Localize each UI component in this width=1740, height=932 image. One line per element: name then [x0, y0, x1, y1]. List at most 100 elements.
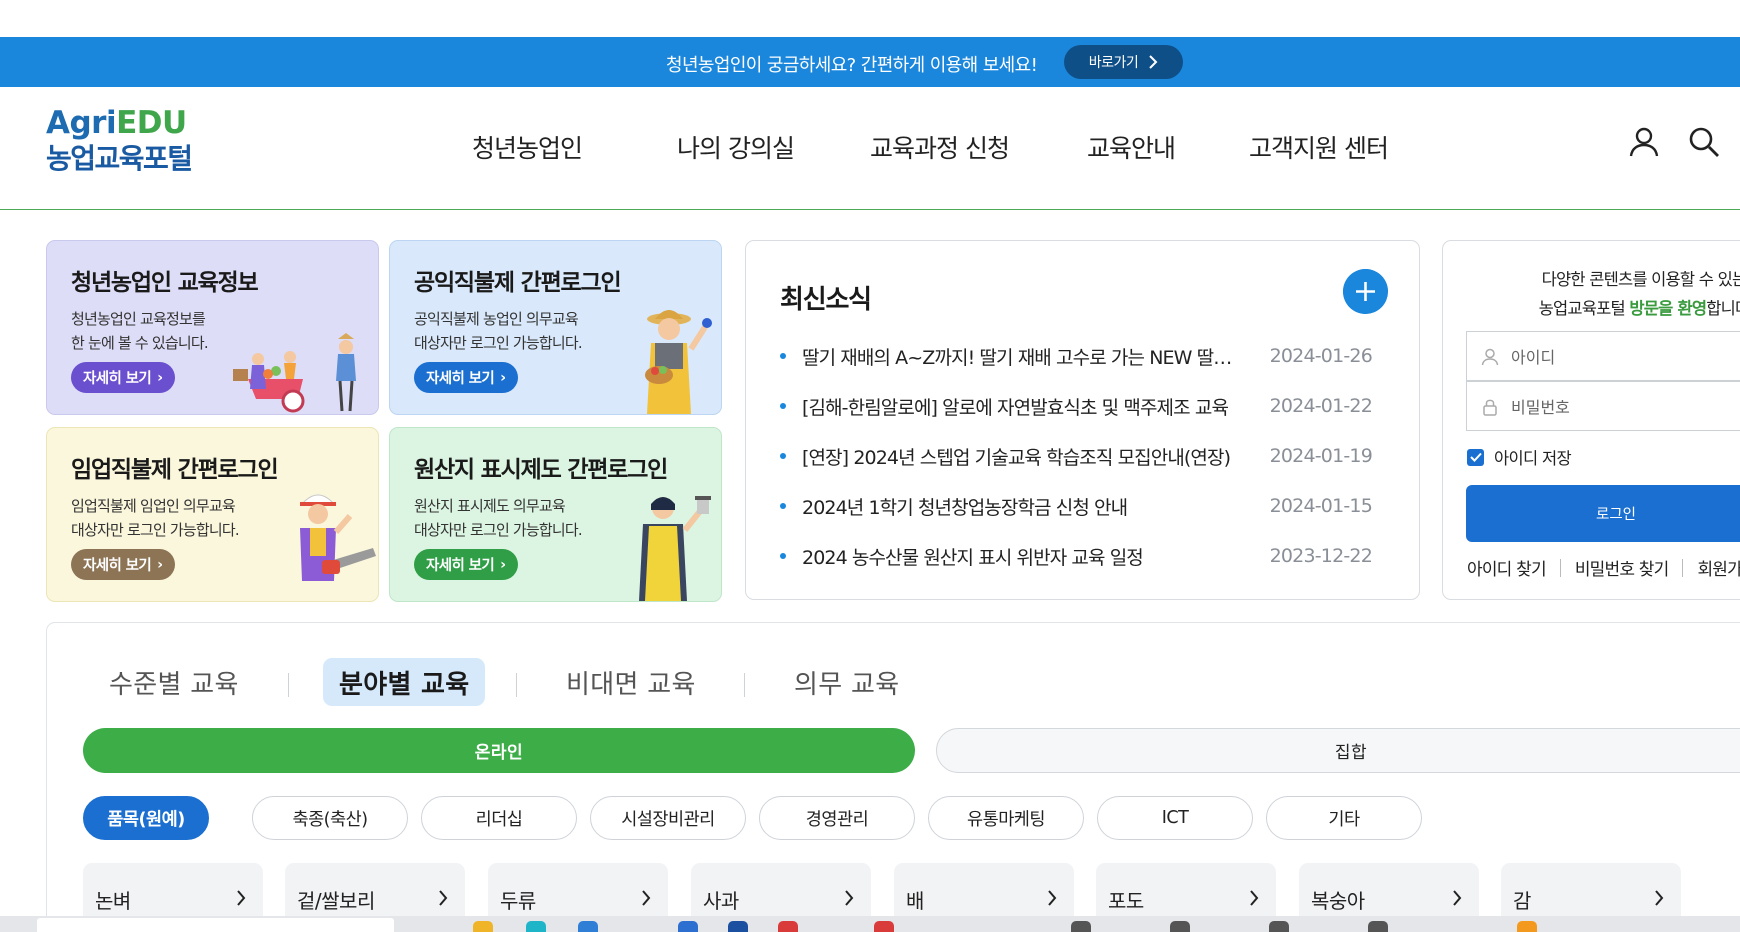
card-young-farmer-info[interactable]: 청년농업인 교육정보 청년농업인 교육정보를 한 눈에 볼 수 있습니다. 자세… — [46, 240, 379, 415]
news-item[interactable]: 2024년 1학기 청년창업농장학금 신청 안내 2024-01-15 — [780, 481, 1400, 531]
app-icon[interactable] — [578, 921, 598, 932]
news-item[interactable]: [연장] 2024년 스텝업 기술교육 학습조직 모집안내(연장) 2024-01… — [780, 431, 1400, 481]
chevron-right-icon — [845, 890, 854, 906]
tab-divider — [288, 673, 289, 697]
card-detail-button[interactable]: 자세히 보기 › — [414, 549, 518, 580]
card-button-label: 자세히 보기 — [83, 558, 152, 574]
news-item-title[interactable]: 2024년 1학기 청년창업농장학금 신청 안내 — [802, 493, 1242, 520]
app-icon[interactable] — [1170, 921, 1190, 932]
store-icon[interactable] — [678, 921, 698, 932]
chevron-right-icon — [1149, 55, 1158, 69]
chevron-right-icon: › — [157, 556, 163, 573]
nav-course-application[interactable]: 교육과정 신청 — [870, 129, 1010, 169]
chevron-right-icon — [237, 890, 246, 906]
news-item-date: 2024-01-26 — [1269, 345, 1373, 367]
tab-level-education[interactable]: 수준별 교육 — [109, 658, 239, 706]
chip-leadership[interactable]: 리더십 — [421, 796, 577, 840]
crop-label: 겉/쌀보리 — [297, 889, 375, 913]
news-item[interactable]: 딸기 재배의 A~Z까지! 딸기 재배 고수로 가는 NEW 딸기 재배 비법 2… — [780, 331, 1400, 381]
welcome-message: 다양한 콘텐츠를 이용할 수 있는 농업교육포털 방문을 환영합니다 — [1479, 265, 1740, 323]
plus-icon[interactable] — [1343, 269, 1388, 314]
tab-mandatory-education[interactable]: 의무 교육 — [794, 658, 899, 706]
app-icon[interactable] — [728, 921, 748, 932]
divider — [1559, 558, 1561, 577]
card-desc: 원산지 표시제도 의무교육 대상자만 로그인 가능합니다. — [414, 497, 583, 539]
crop-label: 복숭아 — [1311, 889, 1365, 913]
card-detail-button[interactable]: 자세히 보기 › — [71, 549, 175, 580]
id-field[interactable]: 아이디 — [1466, 331, 1740, 381]
card-detail-button[interactable]: 자세히 보기 › — [414, 362, 518, 393]
chip-crops-horticulture[interactable]: 품목(원예) — [83, 796, 209, 840]
tab-field-education[interactable]: 분야별 교육 — [323, 658, 486, 706]
news-item-title[interactable]: 딸기 재배의 A~Z까지! 딸기 재배 고수로 가는 NEW 딸기 재배 비법 — [802, 343, 1242, 370]
page: 청년농업인이 궁금하세요? 간편하게 이용해 보세요! 바로가기 AgriEDU… — [0, 0, 1740, 932]
card-desc: 임업직불제 임업인 의무교육 대상자만 로그인 가능합니다. — [71, 497, 240, 539]
logo-edu: EDU — [116, 105, 187, 141]
site-logo[interactable]: AgriEDU 농업교육포털 — [46, 105, 193, 176]
app-icon[interactable] — [874, 921, 894, 932]
card-detail-button[interactable]: 자세히 보기 › — [71, 362, 175, 393]
news-item-date: 2024-01-19 — [1269, 445, 1373, 467]
nav-my-classroom[interactable]: 나의 강의실 — [677, 129, 795, 169]
mode-online-button[interactable]: 온라인 — [83, 728, 915, 773]
edge-icon[interactable] — [526, 921, 546, 932]
find-password-link[interactable]: 비밀번호 찾기 — [1575, 555, 1669, 580]
news-item[interactable]: 2024 농수산물 원산지 표시 위반자 교육 일정 2023-12-22 — [780, 531, 1400, 581]
save-id-label: 아이디 저장 — [1494, 449, 1572, 468]
find-id-link[interactable]: 아이디 찾기 — [1467, 555, 1547, 580]
os-taskbar — [0, 916, 1740, 932]
nav-young-farmer[interactable]: 청년농업인 — [472, 129, 583, 169]
logo-korean: 농업교육포털 — [46, 142, 193, 175]
taskbar-search-box[interactable] — [37, 918, 394, 932]
crop-label: 두류 — [500, 889, 536, 913]
save-id-checkbox[interactable]: 아이디 저장 — [1467, 445, 1572, 469]
card-title: 청년농업인 교육정보 — [71, 270, 259, 296]
welcome-line-2-a: 농업교육포털 — [1538, 299, 1630, 318]
news-item-title[interactable]: [연장] 2024년 스텝업 기술교육 학습조직 모집안내(연장) — [802, 443, 1242, 470]
chip-management[interactable]: 경영관리 — [759, 796, 915, 840]
chevron-right-icon — [1453, 890, 1462, 906]
chip-distribution-marketing[interactable]: 유통마케팅 — [928, 796, 1084, 840]
farmers-cart-illustration — [233, 333, 356, 413]
mode-offline-button[interactable]: 집합 — [936, 728, 1740, 773]
card-origin-labeling-login[interactable]: 원산지 표시제도 간편로그인 원산지 표시제도 의무교육 대상자만 로그인 가능… — [389, 427, 722, 602]
lock-icon — [1483, 399, 1497, 416]
chevron-right-icon: › — [500, 369, 506, 386]
chip-etc[interactable]: 기타 — [1266, 796, 1422, 840]
app-icon[interactable] — [1269, 921, 1289, 932]
news-item-title[interactable]: [김해-한림알로에] 알로에 자연발효식초 및 맥주제조 교육 — [802, 393, 1242, 420]
password-placeholder: 비밀번호 — [1511, 398, 1570, 417]
news-item-date: 2024-01-22 — [1269, 395, 1373, 417]
app-icon[interactable] — [1517, 921, 1537, 932]
checkbox-checked-icon[interactable] — [1467, 448, 1484, 466]
tab-online-education[interactable]: 비대면 교육 — [566, 658, 696, 706]
password-field[interactable]: 비밀번호 — [1466, 381, 1740, 431]
news-item-title[interactable]: 2024 농수산물 원산지 표시 위반자 교육 일정 — [802, 543, 1242, 570]
news-title: 최신소식 — [780, 285, 872, 315]
card-forestry-direct-payment-login[interactable]: 임업직불제 간편로그인 임업직불제 임업인 의무교육 대상자만 로그인 가능합니… — [46, 427, 379, 602]
chip-facility-equipment[interactable]: 시설장비관리 — [590, 796, 746, 840]
chevron-right-icon — [1048, 890, 1057, 906]
promo-shortcut-button[interactable]: 바로가기 — [1064, 45, 1183, 79]
welcome-line-1: 다양한 콘텐츠를 이용할 수 있는 — [1541, 270, 1740, 289]
crop-label: 포도 — [1108, 889, 1144, 913]
search-icon[interactable] — [1687, 125, 1721, 159]
card-public-direct-payment-login[interactable]: 공익직불제 간편로그인 공익직불제 농업인 의무교육 대상자만 로그인 가능합니… — [389, 240, 722, 415]
nav-customer-center[interactable]: 고객지원 센터 — [1249, 129, 1389, 169]
app-icon[interactable] — [1368, 921, 1388, 932]
nav-education-guide[interactable]: 교육안내 — [1087, 129, 1176, 169]
chevron-right-icon — [1655, 890, 1664, 906]
chip-livestock[interactable]: 축종(축산) — [252, 796, 408, 840]
chip-ict[interactable]: ICT — [1097, 796, 1253, 840]
login-button[interactable]: 로그인 — [1466, 485, 1740, 542]
app-icon[interactable] — [778, 921, 798, 932]
app-icon[interactable] — [1071, 921, 1091, 932]
login-panel: 다양한 콘텐츠를 이용할 수 있는 농업교육포털 방문을 환영합니다 아이디 비… — [1442, 240, 1740, 600]
signup-link[interactable]: 회원가입 — [1697, 555, 1740, 580]
card-title: 공익직불제 간편로그인 — [414, 270, 622, 296]
folder-icon[interactable] — [473, 921, 493, 932]
latest-news-panel: 최신소식 딸기 재배의 A~Z까지! 딸기 재배 고수로 가는 NEW 딸기 재… — [745, 240, 1420, 600]
user-icon[interactable] — [1627, 125, 1661, 159]
news-item[interactable]: [김해-한림알로에] 알로에 자연발효식초 및 맥주제조 교육 2024-01-2… — [780, 381, 1400, 431]
divider — [1682, 558, 1684, 577]
